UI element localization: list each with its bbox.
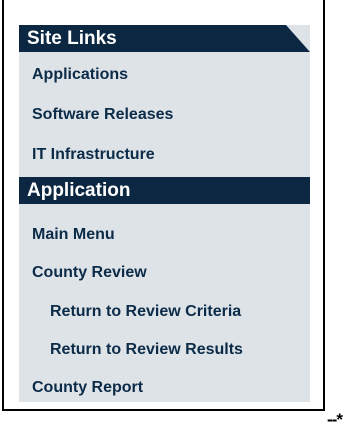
section-header-site-links: Site Links bbox=[19, 25, 310, 52]
link-return-to-review-criteria[interactable]: Return to Review Criteria bbox=[19, 292, 310, 332]
link-applications[interactable]: Applications bbox=[19, 55, 310, 95]
link-it-infrastructure[interactable]: IT Infrastructure bbox=[19, 135, 310, 175]
link-software-releases[interactable]: Software Releases bbox=[19, 95, 310, 135]
section-header-application: Application bbox=[19, 177, 310, 204]
link-main-menu[interactable]: Main Menu bbox=[19, 215, 310, 255]
footnote-marker: --* bbox=[327, 410, 343, 429]
link-county-review[interactable]: County Review bbox=[19, 253, 310, 293]
menu-frame: Site Links Applications Software Release… bbox=[2, 0, 325, 411]
navigation-panel: Site Links Applications Software Release… bbox=[19, 25, 310, 402]
link-return-to-review-results[interactable]: Return to Review Results bbox=[19, 330, 310, 370]
link-county-report[interactable]: County Report bbox=[19, 368, 310, 408]
